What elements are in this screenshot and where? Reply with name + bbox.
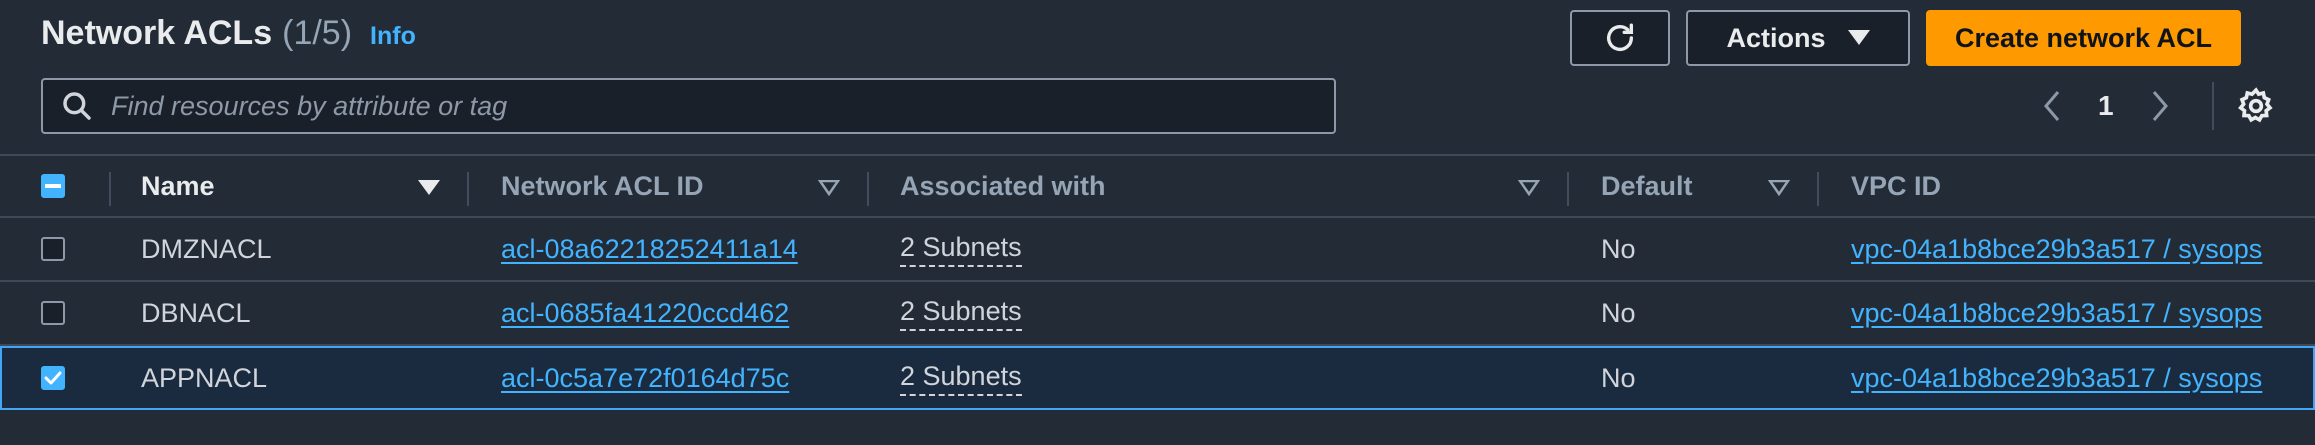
- default-value: No: [1601, 233, 1636, 264]
- row-checkbox[interactable]: [41, 301, 65, 325]
- associated-subnets[interactable]: 2 Subnets: [900, 361, 1022, 396]
- caret-down-icon: [1847, 30, 1870, 45]
- default-value: No: [1601, 362, 1636, 393]
- selection-count: (1/5): [282, 14, 353, 52]
- sort-caret-icon[interactable]: [418, 180, 440, 196]
- indeterminate-icon: [45, 184, 61, 188]
- table-row-selected[interactable]: APPNACL acl-0c5a7e72f0164d75c 2 Subnets …: [0, 346, 2315, 410]
- column-divider: [1817, 172, 1819, 206]
- vpc-id-link[interactable]: vpc-04a1b8bce29b3a517 / sysops: [1851, 234, 2262, 265]
- search-icon: [63, 92, 91, 120]
- acl-name: DMZNACL: [141, 233, 272, 264]
- associated-cell: 2 Subnets: [900, 218, 1022, 280]
- actions-dropdown-button[interactable]: Actions: [1686, 10, 1910, 66]
- settings-gear-icon[interactable]: [2236, 86, 2276, 126]
- network-acl-table: Name Network ACL ID Associated with Defa…: [0, 154, 2315, 445]
- row-checkbox[interactable]: [41, 237, 65, 261]
- table-header-row: Name Network ACL ID Associated with Defa…: [0, 154, 2315, 218]
- row-select-cell: [41, 348, 65, 408]
- create-network-acl-button[interactable]: Create network ACL: [1926, 10, 2241, 66]
- sort-caret-icon[interactable]: [818, 180, 840, 196]
- check-icon: [44, 371, 62, 385]
- sort-caret-icon[interactable]: [1768, 180, 1790, 196]
- associated-cell: 2 Subnets: [900, 282, 1022, 344]
- info-link[interactable]: Info: [370, 22, 416, 51]
- column-divider: [867, 172, 869, 206]
- column-divider: [467, 172, 469, 206]
- associated-subnets[interactable]: 2 Subnets: [900, 296, 1022, 331]
- current-page[interactable]: 1: [2098, 90, 2114, 122]
- page-header: Network ACLs (1/5) Info: [41, 14, 416, 62]
- refresh-button[interactable]: [1570, 10, 1670, 66]
- column-divider: [109, 172, 111, 206]
- default-value: No: [1601, 297, 1636, 328]
- vpc-cell: vpc-04a1b8bce29b3a517 / sysops: [1851, 282, 2262, 344]
- select-all-checkbox[interactable]: [41, 174, 65, 198]
- search-input[interactable]: [109, 89, 1263, 123]
- page-title: Network ACLs: [41, 14, 273, 52]
- table-row[interactable]: DBNACL acl-0685fa41220ccd462 2 Subnets N…: [0, 282, 2315, 346]
- vpc-cell: vpc-04a1b8bce29b3a517 / sysops: [1851, 348, 2262, 408]
- associated-subnets[interactable]: 2 Subnets: [900, 232, 1022, 267]
- column-divider: [1567, 172, 1569, 206]
- chevron-left-icon[interactable]: [2040, 88, 2064, 124]
- select-all-cell: [41, 156, 65, 216]
- chevron-right-icon[interactable]: [2148, 88, 2172, 124]
- acl-name: DBNACL: [141, 297, 251, 328]
- acl-id-cell: acl-0685fa41220ccd462: [501, 282, 789, 344]
- refresh-icon: [1606, 23, 1634, 51]
- acl-id-link[interactable]: acl-0c5a7e72f0164d75c: [501, 363, 789, 394]
- row-select-cell: [41, 282, 65, 344]
- column-header-name[interactable]: Name: [141, 156, 215, 216]
- pager-divider: [2212, 82, 2214, 130]
- vpc-id-link[interactable]: vpc-04a1b8bce29b3a517 / sysops: [1851, 363, 2262, 394]
- vpc-id-link[interactable]: vpc-04a1b8bce29b3a517 / sysops: [1851, 298, 2262, 329]
- associated-cell: 2 Subnets: [900, 348, 1022, 408]
- sort-caret-icon[interactable]: [1518, 180, 1540, 196]
- table-row[interactable]: DMZNACL acl-08a62218252411a14 2 Subnets …: [0, 218, 2315, 282]
- create-label: Create network ACL: [1954, 22, 2213, 53]
- vpc-cell: vpc-04a1b8bce29b3a517 / sysops: [1851, 218, 2262, 280]
- pagination: 1: [2040, 82, 2172, 130]
- column-header-acl-id[interactable]: Network ACL ID: [501, 156, 704, 216]
- row-checkbox[interactable]: [41, 366, 65, 390]
- column-header-vpc-id[interactable]: VPC ID: [1851, 156, 1941, 216]
- acl-id-cell: acl-08a62218252411a14: [501, 218, 798, 280]
- column-header-default[interactable]: Default: [1601, 156, 1693, 216]
- row-select-cell: [41, 218, 65, 280]
- column-header-associated[interactable]: Associated with: [900, 156, 1106, 216]
- acl-id-link[interactable]: acl-0685fa41220ccd462: [501, 298, 789, 329]
- acl-name: APPNACL: [141, 362, 268, 393]
- acl-id-cell: acl-0c5a7e72f0164d75c: [501, 348, 789, 408]
- actions-label: Actions: [1726, 22, 1826, 53]
- acl-id-link[interactable]: acl-08a62218252411a14: [501, 234, 798, 265]
- search-field[interactable]: [41, 78, 1336, 134]
